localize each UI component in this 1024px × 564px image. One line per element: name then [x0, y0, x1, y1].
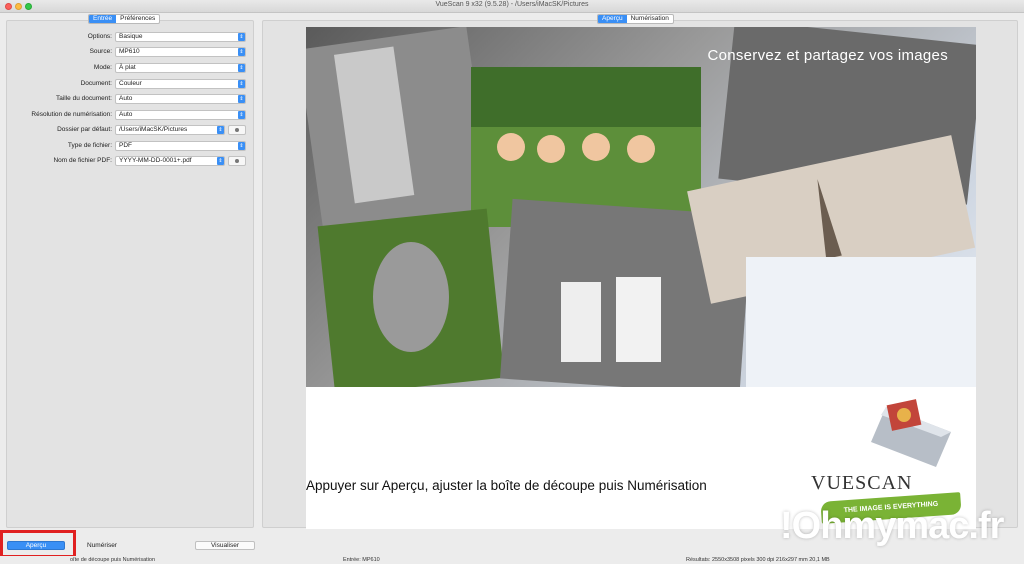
pdf-filename-row: Nom de fichier PDF: YYYY-MM-DD-0001+.pdf… — [6, 156, 246, 166]
view-button[interactable]: Visualiser — [195, 541, 255, 550]
options-value: Basique — [119, 33, 143, 40]
scanner-logo-icon — [871, 399, 951, 467]
status-results: Résultats: 2550x3508 pixels 300 dpi 216x… — [686, 557, 830, 563]
mode-label: Mode: — [93, 64, 112, 71]
pdf-filename-options-button[interactable] — [228, 156, 246, 166]
default-folder-select[interactable]: /Users/iMacSK/Pictures ⇕ — [115, 125, 225, 135]
mode-select[interactable]: À plat ⇕ — [115, 63, 246, 73]
status-message: oîte de découpe puis Numérisation — [70, 557, 155, 563]
resolution-label: Résolution de numérisation: — [31, 111, 112, 118]
chevron-updown-icon: ⇕ — [238, 80, 245, 88]
title-bar: VueScan 9 x32 (9.5.28) - /Users/iMacSK/P… — [0, 0, 1024, 13]
file-type-value: PDF — [119, 142, 132, 149]
resolution-select[interactable]: Auto ⇕ — [115, 110, 246, 120]
welcome-photo-collage: Conservez et partagez vos images — [306, 27, 976, 387]
file-type-select[interactable]: PDF ⇕ — [115, 141, 246, 151]
site-watermark: !Ohmymac.fr — [780, 505, 1004, 547]
mode-row: Mode: À plat ⇕ — [6, 63, 246, 73]
pdf-filename-value: YYYY-MM-DD-0001+.pdf — [119, 157, 192, 164]
file-type-row: Type de fichier: PDF ⇕ — [6, 141, 246, 151]
source-select[interactable]: MP610 ⇕ — [115, 47, 246, 57]
chevron-updown-icon: ⇕ — [217, 157, 224, 165]
source-label: Source: — [89, 48, 112, 55]
chevron-updown-icon: ⇕ — [238, 48, 245, 56]
source-row: Source: MP610 ⇕ — [6, 47, 246, 57]
default-folder-value: /Users/iMacSK/Pictures — [119, 126, 188, 133]
preview-instructions: Appuyer sur Aperçu, ajuster la boîte de … — [306, 478, 707, 493]
chevron-updown-icon: ⇕ — [238, 95, 245, 103]
chevron-updown-icon: ⇕ — [238, 64, 245, 72]
tab-preferences[interactable]: Préférences — [116, 15, 159, 23]
preview-area[interactable]: Conservez et partagez vos images Appuyer… — [306, 27, 976, 529]
options-label: Options: — [87, 33, 112, 40]
options-select[interactable]: Basique ⇕ — [115, 32, 246, 42]
default-folder-row: Dossier par défaut: /Users/iMacSK/Pictur… — [6, 125, 246, 135]
resolution-value: Auto — [119, 111, 133, 118]
default-folder-label: Dossier par défaut: — [57, 126, 112, 133]
document-select[interactable]: Couleur ⇕ — [115, 79, 246, 89]
document-value: Couleur — [119, 80, 142, 87]
tab-apercu[interactable]: Aperçu — [598, 15, 627, 23]
default-folder-browse-button[interactable] — [228, 125, 246, 135]
pdf-filename-select[interactable]: YYYY-MM-DD-0001+.pdf ⇕ — [115, 156, 225, 166]
chevron-updown-icon: ⇕ — [238, 111, 245, 119]
window-title: VueScan 9 x32 (9.5.28) - /Users/iMacSK/P… — [435, 1, 589, 8]
document-size-value: Auto — [119, 95, 133, 102]
photo-collage-graphic — [306, 27, 976, 387]
status-bar: oîte de découpe puis Numérisation Entrée… — [0, 556, 1024, 564]
scan-button[interactable]: Numériser — [75, 541, 129, 550]
document-size-row: Taille du document: Auto ⇕ — [6, 94, 246, 104]
source-value: MP610 — [119, 48, 140, 55]
document-size-select[interactable]: Auto ⇕ — [115, 94, 246, 104]
tab-numerisation[interactable]: Numérisation — [627, 15, 673, 23]
preview-headline: Conservez et partagez vos images — [707, 47, 948, 64]
document-size-label: Taille du document: — [55, 95, 112, 102]
chevron-updown-icon: ⇕ — [217, 126, 224, 134]
preview-button-highlight — [0, 530, 76, 558]
file-type-label: Type de fichier: — [67, 142, 112, 149]
document-row: Document: Couleur ⇕ — [6, 79, 246, 89]
resolution-row: Résolution de numérisation: Auto ⇕ — [6, 110, 246, 120]
document-label: Document: — [80, 80, 112, 87]
right-tab-group: Aperçu Numérisation — [597, 14, 674, 24]
options-row: Options: Basique ⇕ — [6, 32, 246, 42]
logo-wordmark: VUESCAN — [811, 472, 913, 494]
left-tab-group: Entrée Préférences — [88, 14, 161, 24]
pdf-filename-label: Nom de fichier PDF: — [53, 157, 112, 164]
chevron-updown-icon: ⇕ — [238, 142, 245, 150]
mode-value: À plat — [119, 64, 136, 71]
status-input: Entrée: MP610 — [343, 557, 380, 563]
tab-entree[interactable]: Entrée — [89, 15, 117, 23]
chevron-updown-icon: ⇕ — [238, 33, 245, 41]
